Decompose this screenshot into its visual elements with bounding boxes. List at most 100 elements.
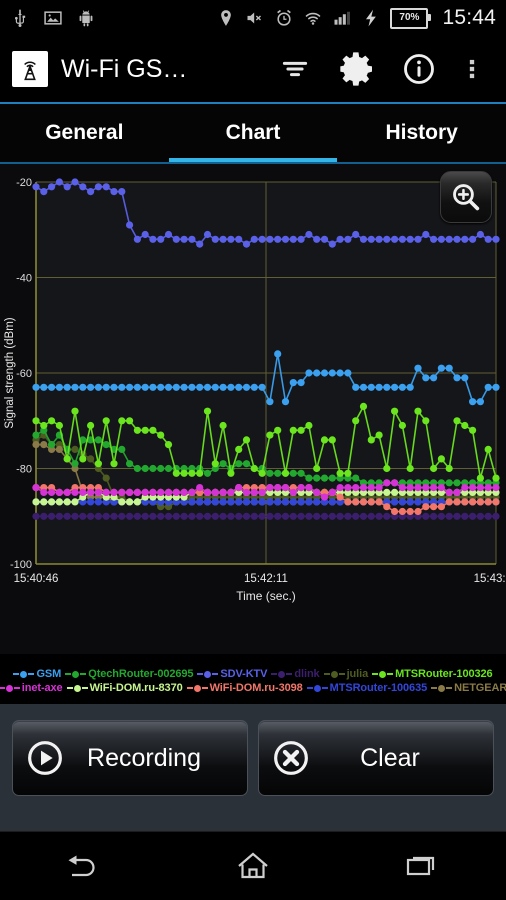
tab-history[interactable]: History [337,104,506,162]
legend-line-swatch [186,687,193,689]
legend-line-swatch [306,687,313,689]
legend-label: MTSRouter-100635 [329,682,428,694]
volume-muted-icon [247,12,262,24]
legend-label: SDV-KTV [220,668,268,680]
page-title: Wi-Fi GS… [61,54,188,83]
svg-text:Signal strength (dBm): Signal strength (dBm) [4,317,16,428]
svg-text:-80: -80 [16,464,32,476]
legend-item[interactable]: dlink [271,668,320,680]
legend-row: inet-axe WiFi-DOM.ru-8370 WiFi-DOM.ru-3098… [0,682,506,694]
overflow-menu-icon[interactable] [450,38,494,100]
status-bar-clock: 15:44 [442,6,496,29]
legend-dot-swatch [330,670,338,678]
legend-item[interactable]: QtechRouter-002695 [65,668,194,680]
legend-item[interactable]: MTSRouter-100326 [372,668,493,680]
app-bar-actions [264,38,494,100]
tab-chart[interactable]: Chart [168,104,338,162]
recording-button[interactable]: Recording [12,720,248,796]
legend-dot-swatch [5,684,13,692]
status-bar: 70% 15:44 [0,0,506,36]
legend-line-swatch [212,673,219,675]
usb-icon [15,9,26,27]
legend-line-swatch [431,687,438,689]
legend-label: inet-axe [21,682,63,694]
recording-button-label: Recording [87,743,201,772]
tab-indicator-history [337,158,506,162]
legend-line-swatch [323,673,330,675]
legend-line-swatch [80,673,87,675]
signal-strength-chart[interactable]: -20 -40 -60 -80 -100 15:40:46 15:42:11 15:43:35… [0,164,506,654]
legend-label: julia [346,668,369,680]
legend-line-swatch [81,687,88,689]
legend-dot-swatch [313,684,321,692]
chart-legend: GSM QtechRouter-002695 SDV-KTV dlink julia MT… [0,654,506,704]
legend-item[interactable]: julia [323,668,369,680]
svg-text:15:42:11: 15:42:11 [244,573,288,585]
legend-dot-swatch [72,670,80,678]
action-button-bar: Recording Clear [0,704,506,831]
tab-indicator-general [0,158,169,162]
tab-bar: General Chart History [0,104,506,162]
antenna-tower-icon [12,51,48,87]
legend-label: MTSRouter-100326 [395,668,493,680]
legend-line-swatch [28,673,35,675]
legend-item[interactable]: MTSRouter-100635 [306,682,428,694]
legend-line-swatch [372,673,379,675]
clear-button-label: Clear [360,743,420,772]
nav-home-button[interactable] [208,838,298,894]
tab-indicator-chart [168,158,338,162]
legend-item[interactable]: inet-axe [0,682,63,694]
status-bar-right-icons: 70% 15:44 [216,6,496,30]
tab-history-label: History [385,121,458,144]
legend-line-swatch [0,687,5,689]
legend-line-swatch [387,673,394,675]
alarm-clock-icon [277,9,292,26]
magnifier-plus-icon[interactable] [440,171,492,223]
svg-text:15:40:46: 15:40:46 [14,573,59,585]
nav-recents-button[interactable] [377,838,467,894]
legend-item[interactable]: WiFi-DOM.ru-8370 [66,682,183,694]
legend-dot-swatch [20,670,28,678]
nav-back-button[interactable] [39,838,129,894]
app-window: 70% 15:44 Wi-Fi GS… General Chart Histor… [0,0,506,900]
legend-dot-swatch [379,670,387,678]
legend-item[interactable]: SDV-KTV [197,668,268,680]
legend-item[interactable]: GSM [13,668,61,680]
filter-icon[interactable] [264,38,326,100]
legend-dot-swatch [204,670,212,678]
legend-line-swatch [197,673,204,675]
settings-gear-icon[interactable] [326,38,388,100]
legend-line-swatch [321,687,328,689]
legend-line-swatch [65,673,72,675]
close-circle-icon [269,736,313,780]
charging-bolt-icon [366,9,377,27]
legend-label: QtechRouter-002695 [88,668,194,680]
app-bar: Wi-Fi GS… [0,36,506,102]
android-icon [79,10,93,27]
wifi-icon [306,12,321,25]
tab-general[interactable]: General [0,104,169,162]
battery-percent: 70% [399,12,420,23]
legend-label: dlink [294,668,320,680]
image-icon [44,11,62,25]
tab-chart-label: Chart [225,121,281,144]
chart-canvas: -20 -40 -60 -80 -100 15:40:46 15:42:11 15:43:35… [4,177,506,603]
svg-text:-60: -60 [16,368,32,380]
info-icon[interactable] [388,38,450,100]
tab-general-label: General [45,121,124,144]
legend-line-swatch [66,687,73,689]
legend-item[interactable]: NETGEAR [431,682,506,694]
legend-label: NETGEAR [454,682,506,694]
legend-item[interactable]: WiFi-DOM.ru-3098 [186,682,303,694]
battery-icon: 70% [390,7,432,29]
clear-button[interactable]: Clear [258,720,494,796]
legend-line-swatch [286,673,293,675]
legend-label: GSM [36,668,62,680]
legend-line-swatch [13,673,20,675]
legend-row: GSM QtechRouter-002695 SDV-KTV dlink julia MT… [11,668,494,680]
cellular-signal-icon [334,11,351,25]
legend-dot-swatch [193,684,201,692]
svg-text:-20: -20 [16,177,32,189]
legend-line-swatch [446,687,453,689]
legend-line-swatch [338,673,345,675]
